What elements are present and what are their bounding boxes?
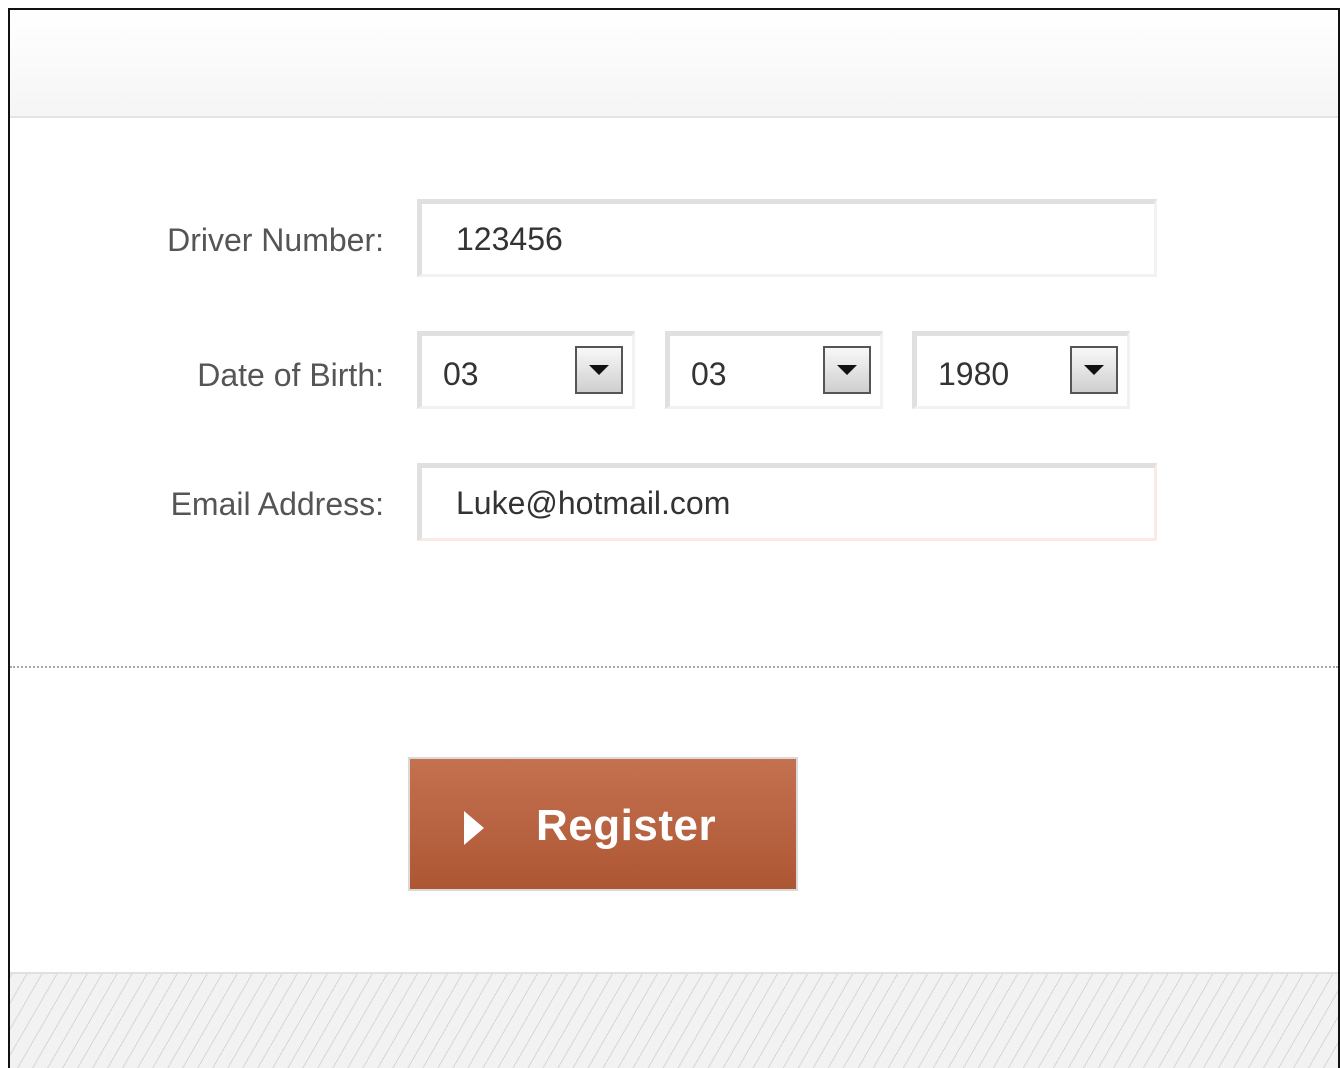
dob-month-select[interactable]: 03 (665, 331, 883, 409)
panel-header (10, 10, 1338, 118)
dob-year-value: 1980 (938, 356, 1010, 392)
dob-year-select[interactable]: 1980 (912, 331, 1130, 409)
register-button[interactable]: Register (408, 757, 798, 891)
chevron-down-icon[interactable] (575, 346, 623, 394)
section-divider (10, 666, 1338, 668)
email-address-label: Email Address: (170, 486, 384, 522)
date-of-birth-label: Date of Birth: (197, 357, 384, 393)
driver-number-label: Driver Number: (167, 222, 384, 258)
dob-month-value: 03 (691, 356, 727, 392)
panel-footer (10, 972, 1338, 1068)
registration-panel: Driver Number: Date of Birth: 03 03 1980… (8, 8, 1340, 1068)
email-address-input[interactable] (417, 463, 1157, 541)
dob-day-value: 03 (443, 356, 479, 392)
register-button-label: Register (536, 801, 717, 850)
driver-number-input[interactable] (417, 199, 1157, 277)
chevron-down-icon[interactable] (1070, 346, 1118, 394)
chevron-down-icon[interactable] (823, 346, 871, 394)
play-icon (464, 811, 484, 845)
dob-day-select[interactable]: 03 (417, 331, 635, 409)
